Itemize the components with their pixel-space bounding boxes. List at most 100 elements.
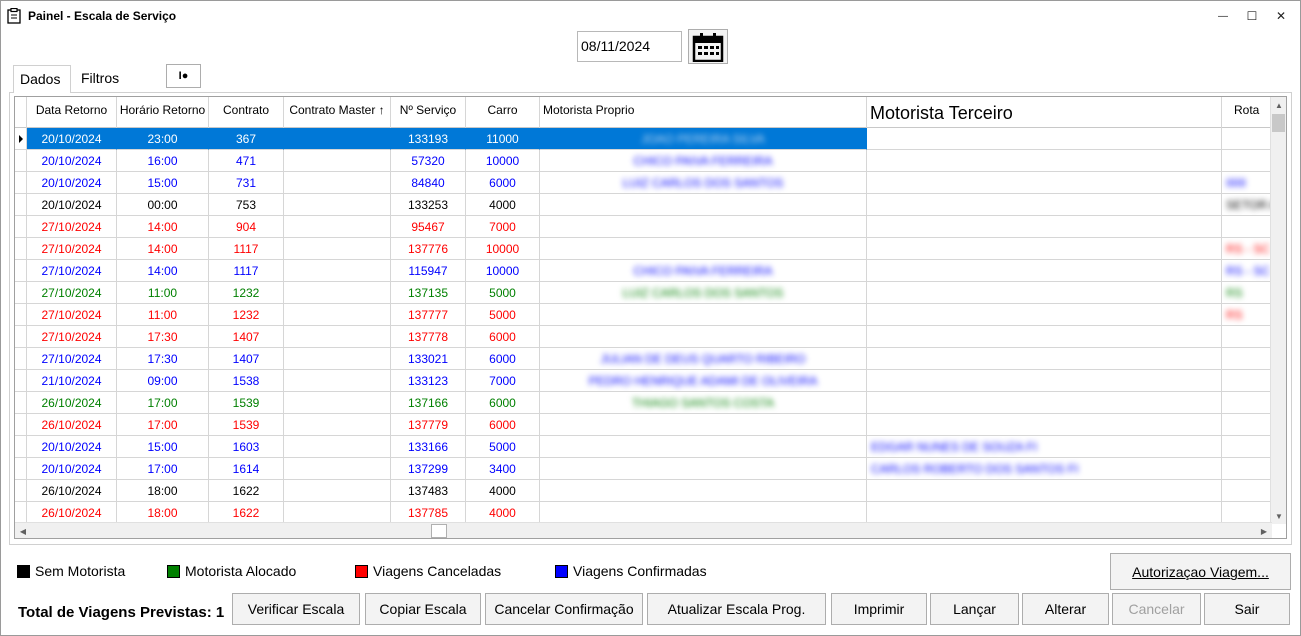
- cell-numero-servico[interactable]: 137777: [391, 304, 466, 326]
- cell-rota[interactable]: [1222, 480, 1273, 502]
- cell-horario-retorno[interactable]: 23:00: [117, 128, 209, 150]
- cell-data-retorno[interactable]: 27/10/2024: [27, 238, 117, 260]
- cell-data-retorno[interactable]: 26/10/2024: [27, 392, 117, 414]
- cell-rota[interactable]: [1222, 392, 1273, 414]
- cell-motorista-proprio[interactable]: [540, 502, 867, 524]
- cell-contrato[interactable]: 367: [209, 128, 284, 150]
- cell-rota[interactable]: [1222, 370, 1273, 392]
- cell-motorista-terceiro[interactable]: [867, 502, 1222, 524]
- cell-horario-retorno[interactable]: 18:00: [117, 480, 209, 502]
- cell-carro[interactable]: 5000: [466, 304, 540, 326]
- cell-motorista-proprio[interactable]: LUIZ CARLOS DOS SANTOS: [540, 282, 867, 304]
- cell-motorista-proprio[interactable]: [540, 304, 867, 326]
- cell-contrato[interactable]: 1407: [209, 326, 284, 348]
- cell-contrato-master[interactable]: [284, 414, 391, 436]
- table-row[interactable]: 27/10/2024 17:30 1407 133021 6000 JULIAN DE D…: [15, 348, 1273, 370]
- row-selector[interactable]: [15, 348, 27, 370]
- vertical-scroll-thumb[interactable]: [1272, 114, 1285, 132]
- cell-horario-retorno[interactable]: 17:30: [117, 348, 209, 370]
- cell-contrato[interactable]: 1539: [209, 392, 284, 414]
- cell-motorista-proprio[interactable]: JULIAN DE DEUS QUARTO RIBEIRO: [540, 348, 867, 370]
- cell-horario-retorno[interactable]: 11:00: [117, 304, 209, 326]
- cell-contrato[interactable]: 1117: [209, 238, 284, 260]
- copiar-escala-button[interactable]: Copiar Escala: [365, 593, 481, 625]
- cell-contrato[interactable]: 1622: [209, 480, 284, 502]
- header-horario-retorno[interactable]: Horário Retorno: [117, 97, 209, 128]
- header-data-retorno[interactable]: Data Retorno: [27, 97, 117, 128]
- close-button[interactable]: ✕: [1267, 5, 1295, 27]
- row-selector[interactable]: [15, 436, 27, 458]
- cell-data-retorno[interactable]: 27/10/2024: [27, 260, 117, 282]
- record-button[interactable]: I●: [166, 64, 201, 88]
- cell-motorista-terceiro[interactable]: [867, 392, 1222, 414]
- cell-motorista-proprio[interactable]: THIAGO SANTOS COSTA: [540, 392, 867, 414]
- cell-carro[interactable]: 4000: [466, 194, 540, 216]
- cell-numero-servico[interactable]: 137778: [391, 326, 466, 348]
- header-numero-servico[interactable]: Nº Serviço: [391, 97, 466, 128]
- cell-horario-retorno[interactable]: 14:00: [117, 260, 209, 282]
- cell-motorista-terceiro[interactable]: EDGAR NUNES DE SOUZA FI: [867, 436, 1222, 458]
- cell-contrato[interactable]: 753: [209, 194, 284, 216]
- cell-motorista-terceiro[interactable]: [867, 370, 1222, 392]
- row-selector[interactable]: [15, 216, 27, 238]
- row-selector[interactable]: [15, 392, 27, 414]
- cell-data-retorno[interactable]: 20/10/2024: [27, 150, 117, 172]
- cell-motorista-terceiro[interactable]: [867, 172, 1222, 194]
- cell-carro[interactable]: 10000: [466, 238, 540, 260]
- cell-rota[interactable]: [1222, 502, 1273, 524]
- table-row[interactable]: 27/10/2024 17:30 1407 137778 6000: [15, 326, 1273, 348]
- cell-numero-servico[interactable]: 137776: [391, 238, 466, 260]
- cell-motorista-proprio[interactable]: [540, 436, 867, 458]
- cell-motorista-terceiro[interactable]: CARLOS ROBERTO DOS SANTOS FI: [867, 458, 1222, 480]
- cell-data-retorno[interactable]: 27/10/2024: [27, 348, 117, 370]
- cell-contrato-master[interactable]: [284, 370, 391, 392]
- cell-motorista-proprio[interactable]: [540, 194, 867, 216]
- row-selector[interactable]: [15, 414, 27, 436]
- cell-motorista-terceiro[interactable]: [867, 194, 1222, 216]
- cell-numero-servico[interactable]: 137785: [391, 502, 466, 524]
- row-selector[interactable]: [15, 282, 27, 304]
- cell-motorista-terceiro[interactable]: [867, 216, 1222, 238]
- cell-horario-retorno[interactable]: 14:00: [117, 238, 209, 260]
- cell-contrato-master[interactable]: [284, 194, 391, 216]
- cell-numero-servico[interactable]: 133021: [391, 348, 466, 370]
- table-row[interactable]: 26/10/2024 18:00 1622 137785 4000: [15, 502, 1273, 524]
- scroll-right-icon[interactable]: ▶: [1256, 523, 1272, 538]
- row-selector[interactable]: [15, 480, 27, 502]
- cell-motorista-proprio[interactable]: [540, 238, 867, 260]
- cell-contrato[interactable]: 1232: [209, 304, 284, 326]
- cell-rota[interactable]: IIIIII: [1222, 172, 1273, 194]
- cell-carro[interactable]: 10000: [466, 150, 540, 172]
- cell-data-retorno[interactable]: 20/10/2024: [27, 128, 117, 150]
- cell-contrato[interactable]: 1539: [209, 414, 284, 436]
- cell-motorista-terceiro[interactable]: [867, 150, 1222, 172]
- cell-contrato[interactable]: 1614: [209, 458, 284, 480]
- row-selector[interactable]: [15, 370, 27, 392]
- cell-carro[interactable]: 5000: [466, 282, 540, 304]
- cell-contrato-master[interactable]: [284, 502, 391, 524]
- cell-numero-servico[interactable]: 137779: [391, 414, 466, 436]
- cell-numero-servico[interactable]: 137166: [391, 392, 466, 414]
- autorizacao-viagem-button[interactable]: Autorizaçao Viagem...: [1110, 553, 1291, 590]
- cell-motorista-terceiro[interactable]: [867, 326, 1222, 348]
- cell-numero-servico[interactable]: 137483: [391, 480, 466, 502]
- cell-contrato-master[interactable]: [284, 480, 391, 502]
- cell-numero-servico[interactable]: 115947: [391, 260, 466, 282]
- cell-motorista-proprio[interactable]: LUIZ CARLOS DOS SANTOS: [540, 172, 867, 194]
- table-row[interactable]: 20/10/2024 00:00 753 133253 4000 SETOR A: [15, 194, 1273, 216]
- minimize-button[interactable]: —: [1209, 5, 1237, 27]
- cell-motorista-terceiro[interactable]: [867, 348, 1222, 370]
- table-row[interactable]: 26/10/2024 17:00 1539 137166 6000 THIAGO SANT…: [15, 392, 1273, 414]
- cell-rota[interactable]: [1222, 458, 1273, 480]
- cell-carro[interactable]: 6000: [466, 348, 540, 370]
- header-rota[interactable]: Rota: [1222, 97, 1273, 128]
- row-selector[interactable]: [15, 260, 27, 282]
- cell-data-retorno[interactable]: 27/10/2024: [27, 216, 117, 238]
- cell-rota[interactable]: [1222, 436, 1273, 458]
- cell-numero-servico[interactable]: 57320: [391, 150, 466, 172]
- cell-motorista-proprio[interactable]: CHICO PAIVA FERREIRA: [540, 150, 867, 172]
- cell-rota[interactable]: [1222, 348, 1273, 370]
- cell-contrato[interactable]: 1117: [209, 260, 284, 282]
- cell-motorista-proprio[interactable]: [540, 414, 867, 436]
- row-selector[interactable]: [15, 172, 27, 194]
